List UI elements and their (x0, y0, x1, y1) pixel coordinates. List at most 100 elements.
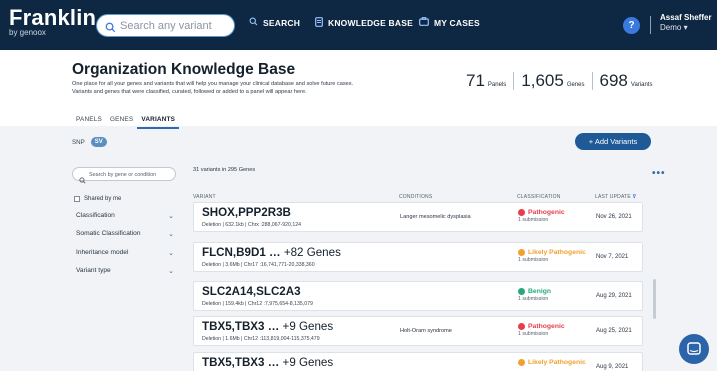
nav-search[interactable]: SEARCH (249, 17, 300, 28)
submission-count: 1 submission (518, 257, 549, 263)
classification-dot-icon: ● (518, 288, 525, 295)
variant-genes: SHOX,PPP2R3B (202, 206, 291, 219)
variant-condition[interactable]: Langer mesomelic dysplasia (400, 214, 471, 220)
variant-genes: SLC2A14,SLC2A3 (202, 285, 301, 298)
briefcase-icon (419, 17, 429, 28)
filter-search-box[interactable] (72, 167, 176, 184)
user-name: Assaf Sheffer (660, 13, 712, 22)
variant-condition[interactable]: Holt-Oram syndrome (400, 328, 452, 334)
tab-genes[interactable]: GENES (106, 113, 137, 129)
last-update-date: Aug 29, 2021 (596, 293, 632, 299)
divider (591, 72, 593, 90)
variant-name: FLCN,B9D1 … +82 Genes (202, 246, 341, 259)
page-title: Organization Knowledge Base (72, 61, 296, 78)
submission-count: 1 submission (518, 296, 549, 302)
column-header-conditions: CONDITIONS (399, 194, 433, 200)
page-description-line: Variants and genes that were classified,… (72, 89, 307, 95)
classification-label: Likely Pathogenic (528, 249, 586, 256)
nav-knowledge-base-label: KNOWLEDGE BASE (328, 18, 413, 28)
franklin-logo[interactable]: Franklin by genoox (9, 5, 97, 38)
variant-row[interactable]: TBX5,TBX3 … +9 Genes ● Likely Pathogenic Au… (193, 352, 643, 371)
chat-support-button[interactable] (679, 334, 709, 364)
variants-count: 698 (599, 71, 628, 90)
last-update-date: Aug 25, 2021 (596, 328, 632, 334)
column-header-classification: CLASSIFICATION (517, 194, 561, 200)
variant-detail: Deletion | 3.6Mb | Chr17 :16,741,771-20,… (202, 262, 315, 268)
filter-label: Inheritance model (76, 249, 129, 256)
variant-genes: TBX5,TBX3 … (202, 356, 280, 369)
chevron-down-icon: ⌄ (168, 268, 174, 275)
genes-count: 1,605 (521, 71, 564, 90)
sv-toggle[interactable]: SV (90, 137, 107, 147)
variant-search-input[interactable] (120, 18, 230, 33)
variant-row[interactable]: TBX5,TBX3 … +9 Genes Deletion | 1.6Mb | C… (193, 316, 643, 346)
classification-label: Pathogenic (528, 323, 565, 330)
filter-funnel-icon: ⊽ (632, 194, 637, 200)
search-icon (249, 17, 258, 28)
submission-count: 1 submission (518, 331, 549, 337)
scrollbar[interactable] (653, 279, 656, 319)
filter-somatic-classification[interactable]: Somatic Classification ⌄ (76, 230, 174, 238)
classification-label: Likely Pathogenic (528, 359, 586, 366)
logo-text: Franklin (9, 5, 97, 30)
variant-type-toggle: SNP SV (72, 137, 107, 147)
chevron-down-icon: ⌄ (168, 213, 174, 220)
variant-search-box[interactable] (96, 14, 235, 37)
variant-extra-genes: +9 Genes (282, 320, 334, 333)
add-variants-button[interactable]: + Add Variants (575, 133, 651, 150)
page-description: One place for all your genes and variant… (72, 80, 412, 96)
variant-classification[interactable]: ● Likely Pathogenic (518, 359, 586, 367)
nav-my-cases-label: MY CASES (434, 17, 480, 28)
more-options-icon[interactable]: ••• (652, 168, 666, 179)
variant-classification[interactable]: ● Benign 1 submission (518, 288, 551, 302)
variant-genes: FLCN,B9D1 … (202, 246, 281, 259)
chat-icon (687, 342, 701, 355)
variant-classification[interactable]: ● Pathogenic 1 submission (518, 323, 565, 337)
variant-detail: Deletion | 632.1kb | Chrx :288,067-920,1… (202, 222, 302, 228)
filter-label: Variant type (76, 267, 111, 274)
variant-extra-genes: +9 Genes (282, 356, 334, 369)
page-description-line: One place for all your genes and variant… (72, 81, 354, 87)
search-icon (105, 20, 116, 38)
last-update-date: Aug 9, 2021 (596, 364, 629, 370)
help-icon[interactable]: ? (623, 17, 640, 34)
filter-variant-type[interactable]: Variant type ⌄ (76, 267, 174, 275)
filter-classification[interactable]: Classification ⌄ (76, 212, 174, 220)
variant-row[interactable]: SLC2A14,SLC2A3 Deletion | 159.4kb | Chr1… (193, 281, 643, 311)
variant-classification[interactable]: ● Likely Pathogenic 1 submission (518, 249, 586, 263)
filter-search-input[interactable] (89, 170, 175, 179)
nav-knowledge-base[interactable]: KNOWLEDGE BASE (315, 17, 413, 29)
classification-label: Pathogenic (528, 209, 565, 216)
column-header-last-update[interactable]: LAST UPDATE ⊽ (595, 194, 636, 200)
variant-name: SLC2A14,SLC2A3 (202, 285, 301, 298)
variant-name: SHOX,PPP2R3B (202, 206, 291, 219)
variant-detail: Deletion | 159.4kb | Chr12 :7,975,654-8,… (202, 301, 313, 307)
shared-checkbox[interactable] (74, 196, 80, 202)
last-update-label: LAST UPDATE (595, 194, 631, 200)
snp-toggle[interactable]: SNP (72, 139, 85, 146)
variant-extra-genes: +82 Genes (283, 246, 341, 259)
classification-dot-icon: ● (518, 359, 525, 366)
variant-classification[interactable]: ● Pathogenic 1 submission (518, 209, 565, 223)
filter-label: Somatic Classification (76, 230, 141, 237)
last-update-date: Nov 26, 2021 (596, 214, 632, 220)
results-count: 31 variants in 295 Genes (193, 167, 256, 173)
shared-label: Shared by me (84, 196, 122, 202)
variant-genes: TBX5,TBX3 … (202, 320, 280, 333)
divider (513, 72, 515, 90)
tab-panels[interactable]: PANELS (72, 113, 106, 129)
user-org: Demo ▾ (660, 23, 688, 32)
variant-row[interactable]: FLCN,B9D1 … +82 Genes Deletion | 3.6Mb | … (193, 242, 643, 272)
shared-by-me-filter[interactable]: Shared by me (74, 196, 121, 202)
top-navigation-bar: Franklin by genoox SEARCH KNOWLEDGE BASE… (0, 0, 717, 50)
classification-dot-icon: ● (518, 209, 525, 216)
summary-stats: 71 Panels 1,605 Genes 698 Variants (466, 71, 652, 91)
nav-my-cases[interactable]: MY CASES (419, 17, 480, 28)
filter-label: Classification (76, 212, 115, 219)
classification-dot-icon: ● (518, 323, 525, 330)
variant-row[interactable]: SHOX,PPP2R3B Deletion | 632.1kb | Chrx :… (193, 202, 643, 232)
filter-inheritance-model[interactable]: Inheritance model ⌄ (76, 249, 174, 257)
nav-search-label: SEARCH (263, 17, 301, 28)
tab-variants[interactable]: VARIANTS (137, 113, 180, 129)
user-menu[interactable]: Assaf Sheffer Demo ▾ (660, 13, 712, 33)
